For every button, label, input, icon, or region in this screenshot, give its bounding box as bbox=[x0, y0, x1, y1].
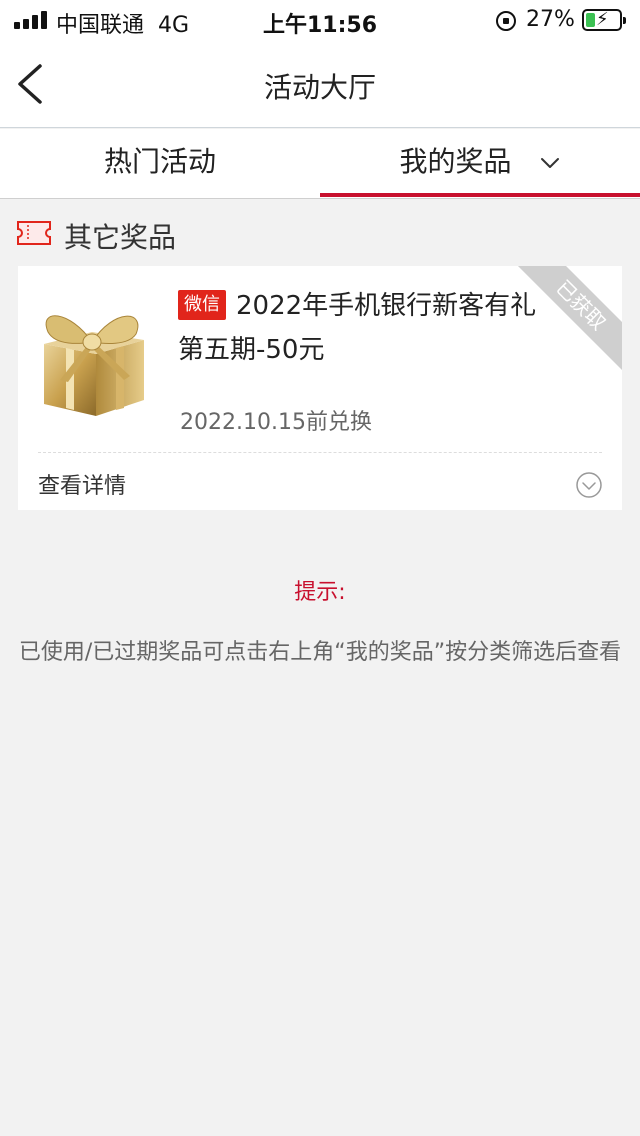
tip-body: 已使用/已过期奖品可点击右上角“我的奖品”按分类筛选后查看 bbox=[18, 640, 622, 665]
tip-title: 提示: bbox=[294, 580, 346, 605]
gift-box-icon bbox=[44, 315, 144, 416]
ticket-icon bbox=[17, 221, 51, 245]
prize-expiry: 2022.10.15前兑换 bbox=[180, 410, 372, 435]
tab-label: 热门活动 bbox=[103, 145, 216, 178]
chevron-down-icon bbox=[541, 158, 560, 168]
prize-card[interactable]: 微信 2022年手机银行新客有礼第五期-50元 2022.10.15前兑换 已获… bbox=[18, 266, 622, 510]
rotation-lock-icon bbox=[496, 11, 516, 31]
battery-fill bbox=[586, 13, 595, 27]
card-divider bbox=[38, 452, 602, 453]
tab-bar: 热门活动 我的奖品 bbox=[0, 129, 640, 199]
prize-title: 2022年手机银行新客有礼第五期-50元 bbox=[178, 291, 537, 365]
view-details-link[interactable]: 查看详情 bbox=[38, 468, 126, 500]
tab-label: 我的奖品 bbox=[399, 145, 512, 178]
tab-my-prizes[interactable]: 我的奖品 bbox=[320, 129, 640, 199]
expand-circle-icon[interactable] bbox=[576, 472, 602, 498]
battery-percent: 27% bbox=[526, 7, 575, 32]
battery-icon: ⚡ bbox=[582, 9, 626, 31]
section-title: 其它奖品 bbox=[64, 221, 177, 254]
page-title: 活动大厅 bbox=[263, 71, 376, 104]
nav-bar: 活动大厅 bbox=[0, 40, 640, 128]
active-tab-indicator bbox=[320, 193, 640, 197]
status-bar: 中国联通 4G 上午11:56 27% ⚡ bbox=[0, 0, 640, 40]
tab-hot-activities[interactable]: 热门活动 bbox=[0, 129, 320, 199]
charging-bolt-icon: ⚡ bbox=[596, 9, 609, 30]
